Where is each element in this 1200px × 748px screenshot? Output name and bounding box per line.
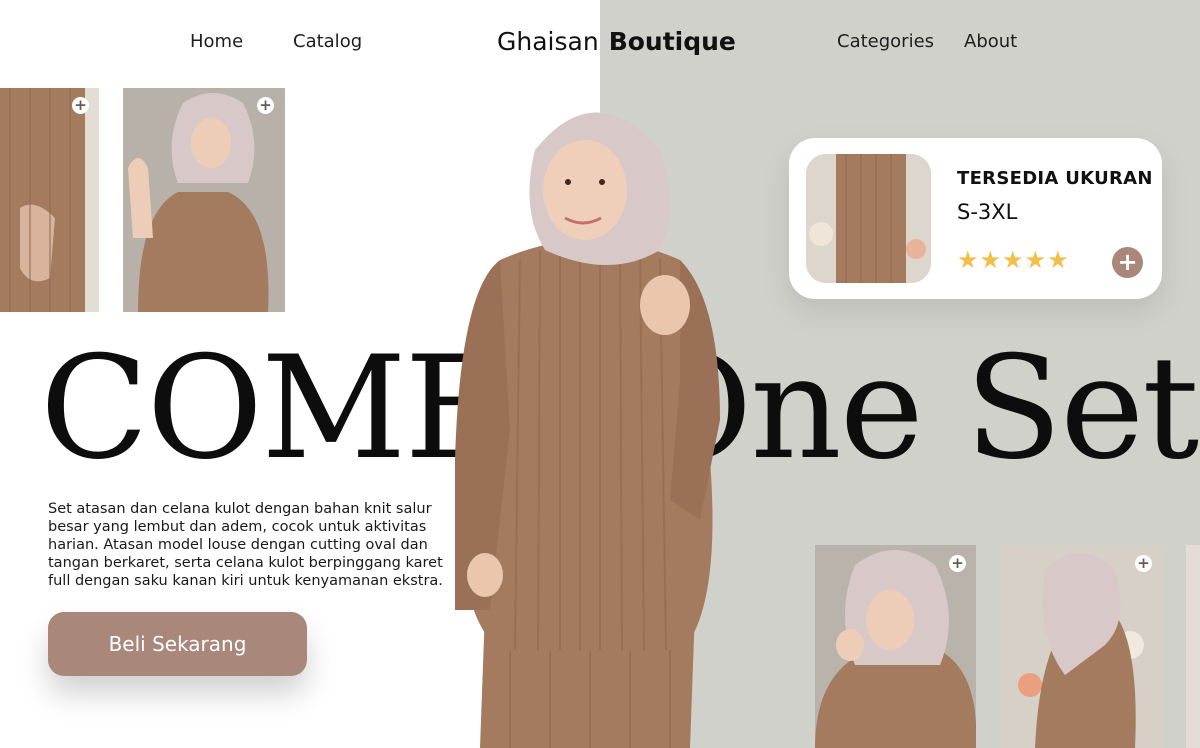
- brand-logo[interactable]: Ghaisan Boutique: [497, 27, 736, 56]
- star-rating-icon: ★★★★★: [957, 246, 1070, 274]
- size-info-card: TERSEDIA UKURAN S-3XL ★★★★★ +: [789, 138, 1162, 299]
- product-photo: [0, 88, 99, 312]
- product-thumbnail-2[interactable]: +: [123, 88, 285, 312]
- add-plus-icon[interactable]: +: [1135, 555, 1152, 572]
- hero-description: Set atasan dan celana kulot dengan bahan…: [48, 501, 443, 589]
- card-title: TERSEDIA UKURAN: [957, 168, 1153, 189]
- product-thumbnail-4[interactable]: +: [1000, 545, 1162, 748]
- nav-categories-link[interactable]: Categories: [837, 31, 934, 52]
- add-plus-icon[interactable]: +: [1112, 247, 1143, 278]
- nav-about-link[interactable]: About: [964, 31, 1017, 52]
- add-plus-icon[interactable]: +: [949, 555, 966, 572]
- add-plus-icon[interactable]: +: [72, 97, 89, 114]
- buy-now-button[interactable]: Beli Sekarang: [48, 612, 307, 676]
- product-thumbnail-3[interactable]: +: [815, 545, 976, 748]
- card-size: S-3XL: [957, 200, 1018, 224]
- card-product-image: [806, 154, 931, 283]
- product-thumbnail-1[interactable]: +: [0, 88, 99, 312]
- product-photo: [1000, 545, 1162, 748]
- add-plus-icon[interactable]: +: [257, 97, 274, 114]
- product-photo: [815, 545, 976, 748]
- nav-catalog-link[interactable]: Catalog: [293, 31, 362, 52]
- nav-home-link[interactable]: Home: [190, 31, 243, 52]
- logo-first: Ghaisan: [497, 27, 599, 56]
- logo-second: Boutique: [608, 27, 736, 56]
- hero-model-image: [455, 112, 720, 748]
- product-photo: [123, 88, 285, 312]
- product-thumbnail-5[interactable]: [1186, 545, 1200, 748]
